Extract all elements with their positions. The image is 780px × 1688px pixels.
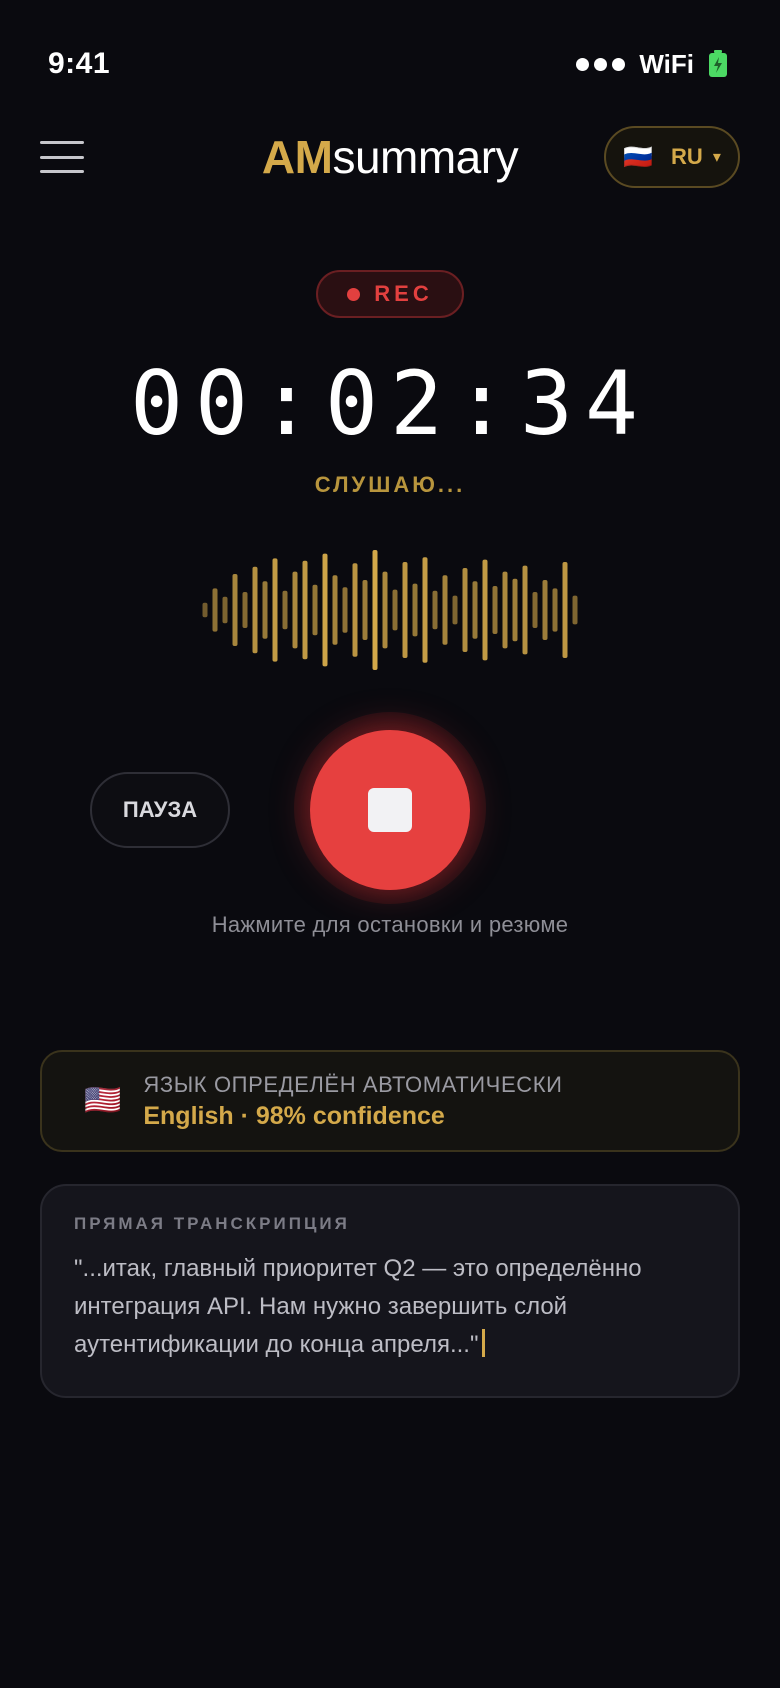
waveform-bar [572, 595, 578, 625]
rec-label: REC [374, 281, 433, 306]
waveform-bar [512, 578, 518, 642]
hamburger-menu-icon[interactable] [40, 141, 84, 173]
chevron-down-icon: ▾ [712, 149, 721, 166]
waveform-bar [392, 589, 398, 631]
wifi-icon: WiFi [639, 48, 694, 79]
waveform-bar [552, 588, 558, 632]
waveform-bar [212, 588, 218, 632]
stop-button[interactable] [310, 730, 470, 890]
status-icons: WiFi [576, 49, 728, 80]
waveform-bar [372, 550, 378, 670]
transcript-text-wrap: "...итак, главный приоритет Q2 — это опр… [74, 1250, 706, 1364]
waveform-bar [492, 586, 498, 634]
waveform-bar [462, 568, 468, 652]
pause-button[interactable]: ПАУЗА [90, 772, 230, 848]
stop-hint: Нажмите для остановки и резюме [211, 912, 569, 937]
waveform-bar [222, 596, 228, 624]
waveform-bar [232, 574, 238, 646]
waveform-bar [312, 584, 318, 636]
waveform-bar [202, 602, 208, 618]
language-code: RU [671, 144, 703, 169]
recording-screen: 9:41 WiFi AMsummary 🇷🇺 RU ▾ REC 00:02:34… [0, 0, 780, 1688]
stop-icon [368, 788, 412, 832]
russia-flag-icon: 🇷🇺 [623, 143, 654, 171]
waveform-bar [252, 566, 258, 654]
waveform-bar [362, 580, 368, 640]
status-bar: 9:41 WiFi [48, 44, 728, 84]
recording-timer: 00:02:34 [130, 352, 650, 455]
logo-summary: summary [332, 131, 519, 183]
waveform-bar [542, 580, 548, 640]
language-detected-label: ЯЗЫК ОПРЕДЕЛЁН АВТОМАТИЧЕСКИ [143, 1071, 563, 1097]
waveform-bar [302, 560, 308, 660]
waveform-svg [202, 550, 578, 670]
transcript-title: ПРЯМАЯ ТРАНСКРИПЦИЯ [74, 1214, 350, 1233]
waveform-bar [472, 581, 478, 639]
waveform-bar [412, 583, 418, 637]
waveform-bar [562, 562, 568, 658]
logo-am: AM [261, 131, 333, 183]
language-selector-button[interactable]: 🇷🇺 RU ▾ [604, 126, 740, 188]
app-logo: AMsummary [261, 130, 519, 184]
waveform-bar [322, 553, 328, 667]
waveform-bar [452, 595, 458, 625]
language-detected-card: 🇺🇸 ЯЗЫК ОПРЕДЕЛЁН АВТОМАТИЧЕСКИ English … [40, 1050, 740, 1152]
waveform-bar [342, 587, 348, 633]
waveform-bar [502, 571, 508, 649]
waveform-bar [422, 557, 428, 663]
waveform-bar [432, 590, 438, 630]
app-header: AMsummary 🇷🇺 RU ▾ [40, 122, 740, 192]
waveform-bar [482, 559, 488, 661]
waveform-bar [532, 592, 538, 628]
audio-waveform [190, 548, 590, 672]
rec-badge: REC [316, 270, 464, 318]
waveform-bar [292, 571, 298, 649]
waveform-bar [522, 565, 528, 655]
language-detected-texts: ЯЗЫК ОПРЕДЕЛЁН АВТОМАТИЧЕСКИ English · 9… [143, 1072, 562, 1131]
waveform-bar [332, 575, 338, 645]
waveform-bar [352, 563, 358, 657]
language-detected-value: English · 98% confidence [143, 1101, 445, 1130]
rec-dot-icon [347, 287, 361, 301]
waveform-bar [442, 575, 448, 645]
battery-icon [708, 50, 728, 78]
text-cursor-icon [482, 1329, 486, 1357]
signal-icon [576, 57, 626, 71]
waveform-bar [272, 558, 278, 662]
waveform-bar [262, 581, 268, 639]
waveform-bar [382, 571, 388, 649]
listening-status: СЛУШАЮ... [314, 472, 466, 497]
usa-flag-icon: 🇺🇸 [84, 1084, 122, 1117]
waveform-bar [282, 590, 288, 630]
waveform-bar [242, 592, 248, 628]
transcript-text: "...итак, главный приоритет Q2 — это опр… [74, 1255, 642, 1358]
live-transcript-card: ПРЯМАЯ ТРАНСКРИПЦИЯ "...итак, главный пр… [40, 1184, 740, 1398]
waveform-bar [402, 562, 408, 658]
status-time: 9:41 [48, 47, 111, 80]
